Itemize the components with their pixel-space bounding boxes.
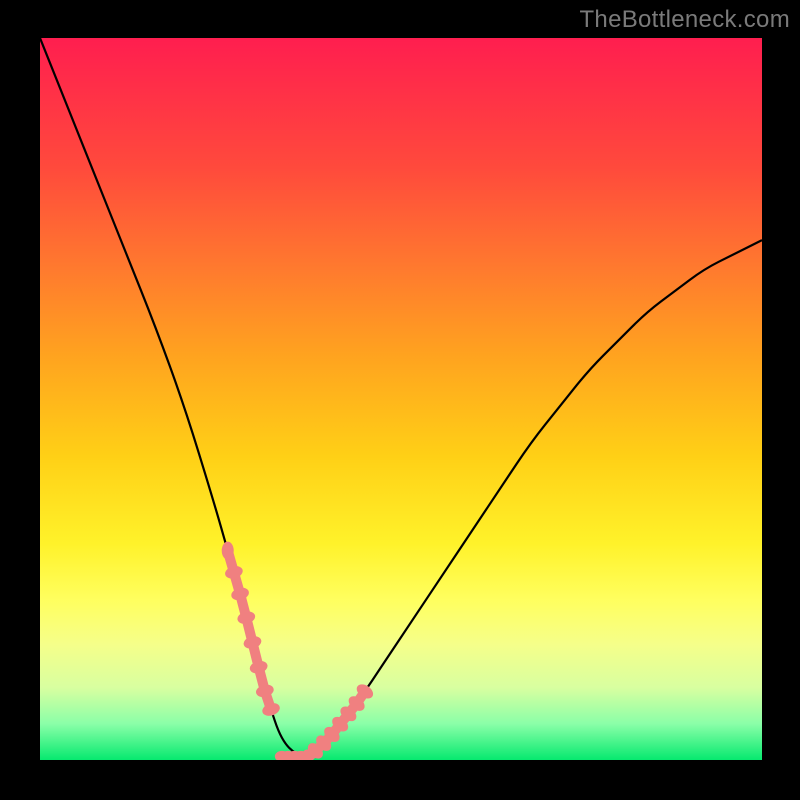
curve-overlay (40, 38, 762, 760)
chart-frame: TheBottleneck.com (0, 0, 800, 800)
plot-area (40, 38, 762, 760)
watermark-text: TheBottleneck.com (579, 6, 790, 34)
marker-bead (261, 701, 282, 718)
bottleneck-curve (40, 38, 762, 759)
